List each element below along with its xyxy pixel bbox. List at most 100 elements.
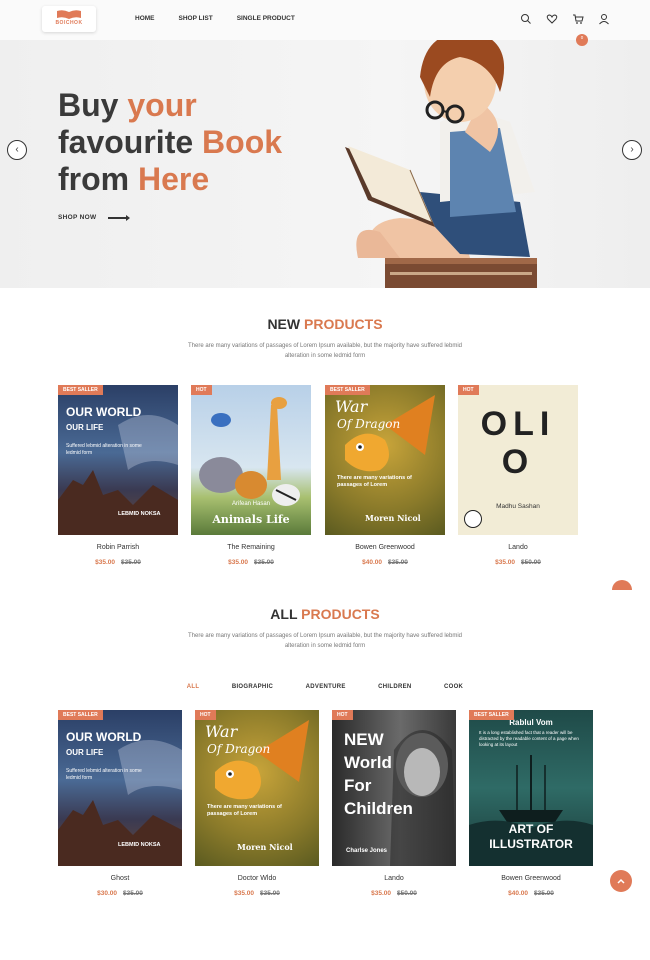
price-old: $35.00 — [534, 890, 554, 897]
product-card[interactable]: War Of Dragon There are many variations … — [195, 710, 319, 900]
price-current: $40.00 — [508, 890, 528, 897]
slider-prev-button[interactable]: ‹ — [7, 140, 27, 160]
new-products-subtitle: There are many variations of passages of… — [187, 343, 463, 359]
product-price: $35.00 $50.00 — [332, 890, 456, 897]
main-nav: HOME SHOP LIST SINGLE PRODUCT — [135, 15, 319, 22]
filter-biographic[interactable]: BIOGRAPHIC — [232, 684, 273, 690]
side-scroll-indicator[interactable] — [612, 580, 632, 590]
book-cover-image[interactable]: OUR WORLD OUR LIFE Suffered lebmid alter… — [58, 710, 182, 866]
back-to-top-button[interactable] — [610, 870, 632, 892]
product-card[interactable]: Arifean Hasan Animals Life HOT The Remai… — [191, 385, 311, 580]
price-old: $35.00 — [121, 559, 141, 566]
cover-author: Arifean Hasan — [231, 501, 271, 507]
product-card[interactable]: War Of Dragon There are many variations … — [325, 385, 445, 580]
shop-now-link[interactable]: SHOP NOW — [58, 214, 96, 221]
hero-line2-b: Book — [202, 124, 283, 160]
price-old: $50.00 — [397, 890, 417, 897]
nav-single-product[interactable]: SINGLE PRODUCT — [237, 15, 295, 22]
arrow-right-icon[interactable] — [108, 215, 130, 221]
product-tag: HOT — [458, 385, 479, 395]
product-card[interactable]: NEW World For Children Charlse Jones HOT… — [332, 710, 456, 900]
cover-subtitle: OUR LIFE — [66, 748, 104, 757]
product-card[interactable]: OUR WORLD OUR LIFE Suffered lebmid alter… — [58, 385, 178, 580]
product-price: $35.00 $50.00 — [458, 559, 578, 566]
new-products-title-a: NEW — [267, 316, 304, 332]
product-name[interactable]: Bowen Greenwood — [469, 875, 593, 882]
hero-title: Buy your favourite Book from Here — [58, 87, 282, 198]
product-name[interactable]: The Remaining — [191, 544, 311, 551]
hero-line3-b: Here — [138, 161, 210, 197]
chevron-up-icon — [617, 878, 625, 884]
book-cover-image[interactable]: Rablul Vom It is a long established fact… — [469, 710, 593, 866]
product-card[interactable]: OUR WORLD OUR LIFE Suffered lebmid alter… — [58, 710, 182, 900]
cart-icon[interactable]: 0 — [572, 12, 588, 46]
price-current: $35.00 — [228, 559, 248, 566]
book-cover-image[interactable]: OLIO Madhu Sashan — [458, 385, 578, 535]
product-card[interactable]: Rablul Vom It is a long established fact… — [469, 710, 593, 900]
all-products-title-a: ALL — [270, 606, 302, 622]
cover-blurb: Suffered lebmid alteration in some ledmi… — [66, 768, 142, 781]
cover-author: Madhu Sashan — [496, 503, 540, 510]
cover-author: LEBMID NOKSA — [118, 511, 161, 517]
cover-blurb: There are many variations of passages of… — [207, 804, 282, 817]
book-cover-image[interactable]: War Of Dragon There are many variations … — [325, 385, 445, 535]
cover-author: Moren Nicol — [365, 513, 421, 523]
product-name[interactable]: Doctor Wldo — [195, 875, 319, 882]
wishlist-heart-icon[interactable] — [546, 12, 558, 24]
product-tag: BEST SALLER — [58, 710, 103, 720]
product-price: $35.00 $35.00 — [195, 890, 319, 897]
all-products-heading: ALL PRODUCTS — [0, 606, 650, 622]
cover-blurb: It is a long established fact that a rea… — [479, 730, 579, 747]
book-cover-image[interactable]: War Of Dragon There are many variations … — [195, 710, 319, 866]
cover-title: NEW World For Children — [344, 730, 413, 818]
hero-child-reading-image — [345, 31, 537, 288]
product-name[interactable]: Lando — [332, 875, 456, 882]
price-current: $35.00 — [495, 559, 515, 566]
price-current: $35.00 — [234, 890, 254, 897]
filter-cook[interactable]: COOK — [444, 684, 463, 690]
user-account-icon[interactable] — [598, 12, 610, 25]
logo-book-icon — [57, 10, 81, 19]
all-products-title-b: PRODUCTS — [301, 606, 380, 622]
search-icon[interactable] — [520, 12, 532, 24]
product-name[interactable]: Robin Parrish — [58, 544, 178, 551]
hero-line3-a: from — [58, 161, 138, 197]
filter-adventure[interactable]: ADVENTURE — [306, 684, 346, 690]
price-current: $35.00 — [371, 890, 391, 897]
product-name[interactable]: Bowen Greenwood — [325, 544, 445, 551]
product-tag: BEST SALLER — [325, 385, 370, 395]
product-price: $40.00 $35.00 — [469, 890, 593, 897]
hero-banner: Buy your favourite Book from Here SHOP N… — [0, 0, 650, 288]
nav-home[interactable]: HOME — [135, 15, 155, 22]
category-filter-tabs: ALL BIOGRAPHIC ADVENTURE CHILDREN COOK — [0, 675, 650, 693]
price-old: $35.00 — [254, 559, 274, 566]
product-card[interactable]: OLIO Madhu Sashan HOT Lando $35.00 $50.00 — [458, 385, 578, 580]
cover-title: OUR WORLD — [66, 730, 142, 744]
filter-all[interactable]: ALL — [187, 684, 200, 690]
logo-text: BOICHOK — [55, 20, 83, 26]
cart-count-badge: 0 — [576, 34, 588, 46]
site-logo[interactable]: BOICHOK — [42, 6, 96, 32]
hero-line1-b: your — [127, 87, 197, 123]
price-current: $35.00 — [95, 559, 115, 566]
award-badge-icon — [464, 510, 482, 528]
product-tag: HOT — [332, 710, 353, 720]
nav-shop-list[interactable]: SHOP LIST — [179, 15, 213, 22]
book-cover-image[interactable]: OUR WORLD OUR LIFE Suffered lebmid alter… — [58, 385, 178, 535]
cover-title: War — [335, 397, 368, 416]
product-name[interactable]: Ghost — [58, 875, 182, 882]
slider-next-button[interactable]: › — [622, 140, 642, 160]
product-price: $30.00 $35.00 — [58, 890, 182, 897]
cover-title: War — [205, 722, 238, 741]
product-name[interactable]: Lando — [458, 544, 578, 551]
product-price: $35.00 $35.00 — [58, 559, 178, 566]
book-cover-image[interactable]: Arifean Hasan Animals Life — [191, 385, 311, 535]
cover-subtitle: OUR LIFE — [66, 423, 104, 432]
new-products-title-b: PRODUCTS — [304, 316, 383, 332]
filter-children[interactable]: CHILDREN — [378, 684, 411, 690]
hero-line1-a: Buy — [58, 87, 128, 123]
cover-title: ART OF ILLUSTRATOR — [489, 822, 573, 851]
cover-author: Moren Nicol — [237, 842, 293, 852]
product-tag: HOT — [191, 385, 212, 395]
book-cover-image[interactable]: NEW World For Children Charlse Jones — [332, 710, 456, 866]
